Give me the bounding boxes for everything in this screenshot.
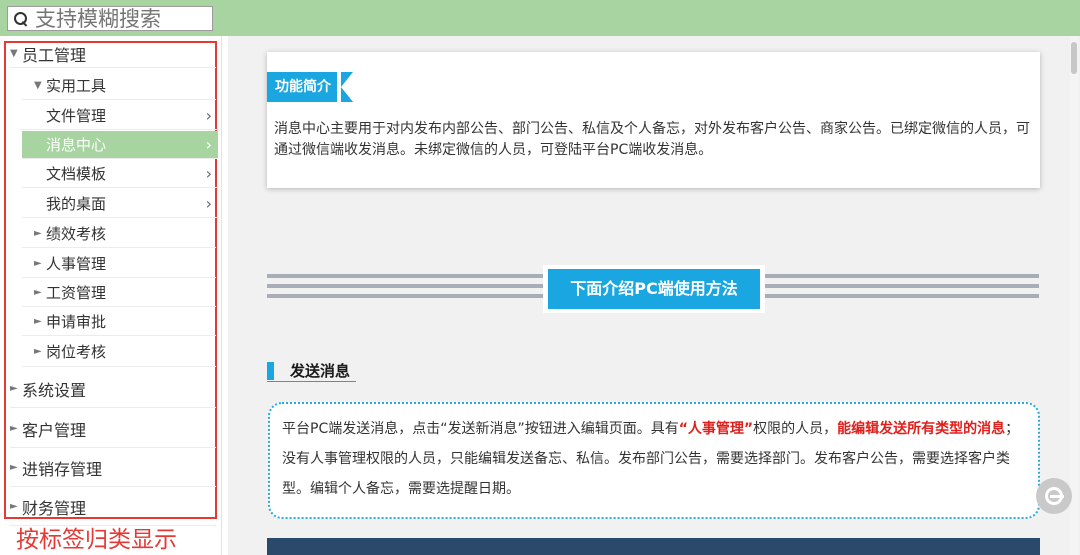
intro-tag: 功能简介	[267, 72, 353, 102]
caret-right-icon: ►	[34, 316, 42, 327]
sidebar-item[interactable]: 消息中心 ›	[22, 131, 218, 159]
sidebar-item-label: 工资管理	[46, 284, 107, 302]
intro-text: 消息中心主要用于对内发布内部公告、部门公告、私信及个人备忘，对外发布客户公告、商…	[274, 121, 1030, 158]
sidebar-item[interactable]: 文档模板 ›	[22, 160, 218, 188]
section-banner: 下面介绍PC端使用方法	[548, 269, 760, 309]
scrollbar-thumb[interactable]	[1071, 42, 1077, 74]
caret-right-icon: ►	[10, 423, 18, 434]
screenshot-preview-strip	[267, 538, 1040, 555]
sidebar-item-label: 文档模板	[46, 165, 107, 183]
sidebar-item[interactable]: ▼ 实用工具	[22, 72, 216, 100]
sidebar-item-label: 我的桌面	[46, 195, 107, 213]
caret-right-icon: ►	[34, 258, 42, 269]
section-marker	[267, 361, 274, 380]
card-text: 平台PC端发送消息，点击“发送新消息”按钮进入编辑页面。具有	[282, 421, 679, 437]
sidebar-item[interactable]: ► 系统设置	[10, 370, 216, 408]
sidebar-item[interactable]: 文件管理 ›	[22, 102, 218, 130]
sidebar-item-label: 客户管理	[22, 420, 87, 440]
search-input[interactable]	[35, 7, 205, 30]
sidebar-item-label: 消息中心	[46, 136, 107, 154]
chevron-right-icon: ›	[205, 164, 212, 183]
sidebar-item-label: 进销存管理	[22, 459, 103, 479]
card-text: 权限的人员，	[753, 421, 838, 437]
section-heading: 发送消息	[267, 360, 357, 382]
caret-right-icon: ►	[10, 501, 18, 512]
sidebar-item-label: 绩效考核	[46, 225, 107, 243]
floating-action-button[interactable]	[1036, 478, 1072, 514]
top-bar	[0, 0, 1080, 36]
card-highlight: “人事管理”	[678, 421, 754, 437]
caret-down-icon: ▼	[34, 80, 42, 91]
sidebar-annotation-caption: 按标签归类显示	[16, 527, 177, 553]
intro-tag-label: 功能简介	[267, 72, 337, 102]
sidebar-item[interactable]: ► 申请审批	[22, 308, 216, 336]
sidebar-item-label: 财务管理	[22, 498, 87, 518]
intro-tag-tail	[341, 72, 353, 102]
chevron-right-icon: ›	[205, 194, 212, 213]
sidebar-item[interactable]: ► 人事管理	[22, 250, 216, 278]
sidebar-item[interactable]: ► 岗位考核	[22, 337, 216, 367]
description-card: 平台PC端发送消息，点击“发送新消息”按钮进入编辑页面。具有“人事管理”权限的人…	[268, 402, 1040, 519]
section-title: 发送消息	[290, 362, 351, 380]
caret-right-icon: ►	[34, 228, 42, 239]
chevron-right-icon: ›	[205, 135, 212, 154]
caret-right-icon: ►	[10, 462, 18, 473]
sidebar-item-label: 岗位考核	[46, 343, 107, 361]
intro-panel: 功能简介 消息中心主要用于对内发布内部公告、部门公告、私信及个人备忘，对外发布客…	[267, 52, 1040, 188]
sidebar-item[interactable]: ► 工资管理	[22, 279, 216, 307]
sidebar-item[interactable]: ► 客户管理	[10, 410, 216, 448]
card-highlight: 能编辑发送所有类型的消息	[837, 421, 1006, 437]
caret-right-icon: ►	[10, 383, 18, 394]
caret-right-icon: ►	[34, 346, 42, 357]
search-box[interactable]	[7, 6, 213, 31]
sogou-logo-icon	[1045, 487, 1064, 505]
sidebar-item[interactable]: 我的桌面 ›	[22, 190, 218, 218]
sidebar-item[interactable]: ▼ 员工管理	[10, 40, 216, 68]
search-icon	[12, 10, 30, 28]
chevron-right-icon: ›	[205, 106, 212, 125]
sidebar-item-label: 实用工具	[46, 77, 107, 95]
sidebar-item-label: 员工管理	[22, 45, 87, 65]
sidebar: ▼ 员工管理 ▼ 实用工具文件管理 › 消息中心 › 文档模板 › 我的桌面 › ► 绩效考核 ► 人事管理…	[0, 36, 222, 555]
sidebar-item-label: 系统设置	[22, 380, 87, 400]
sidebar-item-label: 文件管理	[46, 107, 107, 125]
sidebar-item[interactable]: ► 进销存管理	[10, 449, 216, 487]
caret-right-icon: ►	[34, 287, 42, 298]
caret-down-icon: ▼	[10, 48, 18, 59]
sidebar-item-label: 人事管理	[46, 255, 107, 273]
sidebar-item[interactable]: ► 绩效考核	[22, 220, 216, 248]
scrollbar[interactable]	[1070, 36, 1078, 555]
sidebar-item-label: 申请审批	[46, 313, 107, 331]
